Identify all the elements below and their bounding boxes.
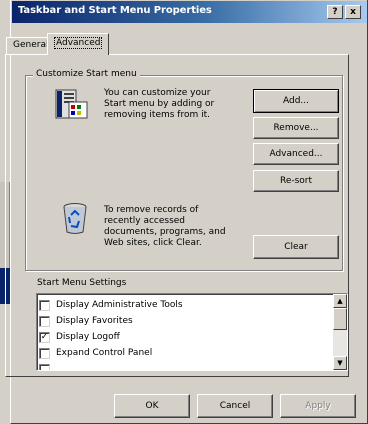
start-menu-settings-label: Start Menu Settings: [37, 278, 127, 288]
remove-records-line: documents, programs, and: [104, 227, 226, 237]
start-menu-settings-list[interactable]: Display Administrative Tools Display Fav…: [36, 293, 348, 371]
remove-button[interactable]: Remove...: [253, 117, 339, 139]
list-item[interactable]: Display Favorites: [39, 313, 329, 329]
advanced-button[interactable]: Advanced...: [253, 143, 339, 165]
checkbox[interactable]: [39, 363, 50, 370]
ok-button[interactable]: OK: [114, 394, 190, 418]
list-scrollbar[interactable]: ▲ ▼: [333, 294, 347, 370]
list-item-label: Display Administrative Tools: [56, 300, 183, 310]
settings-list-items: Display Administrative Tools Display Fav…: [39, 297, 329, 370]
customize-description-line: removing items from it.: [104, 110, 210, 120]
checkbox[interactable]: [39, 315, 50, 327]
title-bar[interactable]: Taskbar and Start Menu Properties ? x: [12, 1, 367, 23]
recycle-bin-icon: [63, 203, 87, 234]
remove-records-line: Web sites, click Clear.: [104, 238, 202, 248]
list-item[interactable]: [39, 361, 329, 370]
checkmark-icon: ✓: [40, 331, 49, 342]
scroll-down-icon[interactable]: ▼: [333, 356, 347, 370]
customize-group-label: Customize Start menu: [33, 69, 140, 79]
help-button[interactable]: ?: [327, 5, 343, 19]
tab-advanced-label: Advanced: [54, 37, 103, 49]
window-title: Taskbar and Start Menu Properties: [18, 5, 212, 16]
apply-button[interactable]: Apply: [280, 394, 356, 418]
scroll-thumb[interactable]: [333, 308, 347, 330]
list-item[interactable]: Display Administrative Tools: [39, 297, 329, 313]
cancel-button[interactable]: Cancel: [197, 394, 273, 418]
start-menu-icon: [55, 89, 88, 119]
list-item[interactable]: Expand Control Panel: [39, 345, 329, 361]
scroll-up-icon[interactable]: ▲: [333, 294, 347, 308]
remove-records-line: recently accessed: [104, 216, 186, 226]
customize-description-line: Start menu by adding or: [104, 99, 215, 109]
list-item-label: Display Favorites: [56, 316, 133, 326]
checkbox[interactable]: [39, 299, 50, 311]
resort-button[interactable]: Re-sort: [253, 170, 339, 192]
customize-description: You can customize your Start menu by add…: [104, 88, 214, 121]
tab-advanced[interactable]: Advanced: [47, 33, 110, 55]
remove-records-description: To remove records of recently accessed d…: [104, 205, 226, 249]
clear-button[interactable]: Clear: [253, 235, 339, 259]
close-button[interactable]: x: [345, 5, 361, 19]
add-button[interactable]: Add...: [253, 89, 339, 113]
remove-records-line: To remove records of: [104, 205, 199, 215]
list-item-label: Expand Control Panel: [56, 348, 153, 358]
list-item-label: Display Logoff: [56, 332, 120, 342]
customize-description-line: You can customize your: [104, 88, 211, 98]
checkbox[interactable]: ✓: [39, 331, 50, 343]
tab-general-label: General: [13, 40, 49, 50]
list-item[interactable]: ✓ Display Logoff: [39, 329, 329, 345]
checkbox[interactable]: [39, 347, 50, 359]
